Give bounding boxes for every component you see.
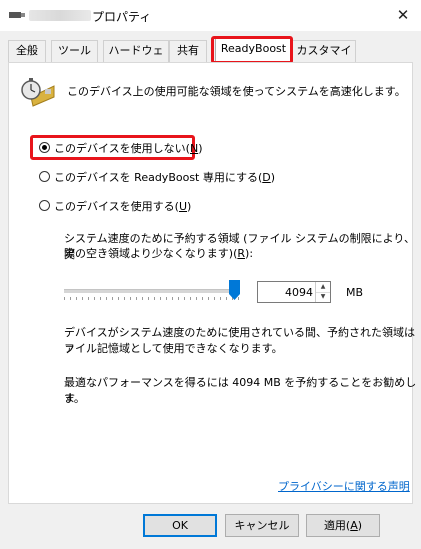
reserve-unit: MB: [346, 286, 364, 299]
cancel-button[interactable]: キャンセル: [225, 514, 299, 537]
apply-button[interactable]: 適用(A): [306, 514, 380, 537]
note-2-line1: 最適なパフォーマンスを得るには 4094 MB を予約することをお勧めしま: [64, 376, 417, 405]
use-label[interactable]: このデバイスを使用する(U): [54, 198, 191, 214]
spin-down-icon[interactable]: ▼: [316, 292, 330, 302]
tab-general[interactable]: 全般: [8, 40, 46, 62]
reserve-size-spinbox[interactable]: 4094 ▲ ▼: [257, 281, 331, 303]
readyboost-tab-highlight: [211, 36, 293, 64]
readyboost-stopwatch-icon: [21, 78, 55, 107]
tab-tools[interactable]: ツール: [51, 40, 98, 62]
tab-panel: [8, 62, 413, 504]
usb-drive-icon: [9, 12, 25, 18]
note-2-line2: す。: [64, 392, 85, 405]
reserve-slider-ticks: [64, 297, 240, 300]
close-button[interactable]: ✕: [385, 0, 421, 31]
tab-hardware[interactable]: ハードウェア: [103, 40, 169, 77]
privacy-statement-link[interactable]: プライバシーに関する声明: [278, 478, 410, 494]
title-bar: プロパティ ✕: [0, 0, 421, 31]
disable-radio[interactable]: [39, 142, 50, 153]
device-name-redacted: [29, 10, 91, 21]
dedicate-label[interactable]: このデバイスを ReadyBoost 専用にする(D): [54, 169, 275, 185]
tab-sharing[interactable]: 共有: [169, 40, 207, 62]
close-icon: ✕: [396, 6, 410, 24]
use-radio[interactable]: [39, 200, 50, 211]
reserve-size-value[interactable]: 4094: [285, 286, 313, 299]
note-1-line2: ァイル記憶域として使用できなくなります。: [64, 342, 283, 355]
disable-label[interactable]: このデバイスを使用しない(N): [54, 140, 203, 156]
header-description: このデバイス上の使用可能な領域を使ってシステムを高速化します。: [67, 85, 406, 98]
tab-customize[interactable]: カスタマイズ: [292, 40, 356, 77]
reserve-slider-track[interactable]: [64, 289, 240, 293]
spin-buttons: ▲ ▼: [315, 282, 330, 302]
ok-button[interactable]: OK: [143, 514, 217, 537]
window-title: プロパティ: [92, 10, 152, 24]
dedicate-radio[interactable]: [39, 171, 50, 182]
reserve-description-line2: 際の空き領域より少なくなります)(R):: [64, 247, 254, 260]
